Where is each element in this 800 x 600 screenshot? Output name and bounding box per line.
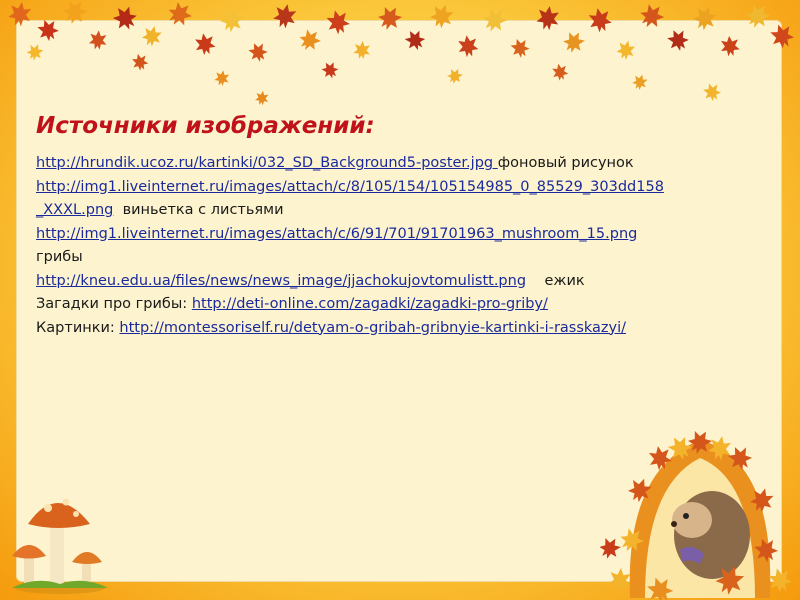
source-hedgehog: http://kneu.edu.ua/files/news/news_image… <box>36 270 776 294</box>
source-link-pictures[interactable]: http://montessoriself.ru/detyam-o-gribah… <box>119 320 626 336</box>
source-desc-hedgehog: ежик <box>544 272 585 289</box>
source-vignette-cont: _XXXL.png виньетка с листьями <box>36 199 776 223</box>
source-desc-vignette: виньетка с листьями <box>122 202 284 218</box>
source-link-vignette[interactable]: http://img1.liveinternet.ru/images/attac… <box>36 179 664 195</box>
mushrooms-illustration <box>12 498 108 594</box>
source-vignette: http://img1.liveinternet.ru/images/attac… <box>36 176 776 200</box>
source-riddles: Загадки про грибы: http://deti-online.co… <box>36 293 776 317</box>
source-link-background[interactable]: http://hrundik.ucoz.ru/kartinki/032_SD_B… <box>36 155 498 171</box>
source-mushrooms-desc-line: грибы <box>36 246 776 270</box>
source-link-mushrooms[interactable]: http://img1.liveinternet.ru/images/attac… <box>36 226 637 242</box>
source-link-hedgehog[interactable]: http://kneu.edu.ua/files/news/news_image… <box>36 273 526 289</box>
source-link-riddles[interactable]: http://deti-online.com/zagadki/zagadki-p… <box>192 296 548 312</box>
page-title: Источники изображений: <box>36 113 375 139</box>
hedgehog-illustration <box>600 430 794 600</box>
source-link-vignette-cont[interactable]: _XXXL.png <box>36 202 113 218</box>
autumn-leaves-vignette <box>7 0 797 107</box>
source-background: http://hrundik.ucoz.ru/kartinki/032_SD_B… <box>36 152 776 176</box>
source-desc-background: фоновый рисунок <box>497 155 634 171</box>
source-desc-mushrooms: грибы <box>36 249 83 265</box>
source-pictures: Картинки: http://montessoriself.ru/detya… <box>36 317 776 341</box>
leaf-row <box>7 0 797 107</box>
source-mushrooms: http://img1.liveinternet.ru/images/attac… <box>36 223 776 247</box>
source-label-riddles: Загадки про грибы: <box>36 296 192 312</box>
sources-content: Источники изображений: http://hrundik.uc… <box>36 108 776 340</box>
source-label-pictures: Картинки: <box>36 319 120 336</box>
